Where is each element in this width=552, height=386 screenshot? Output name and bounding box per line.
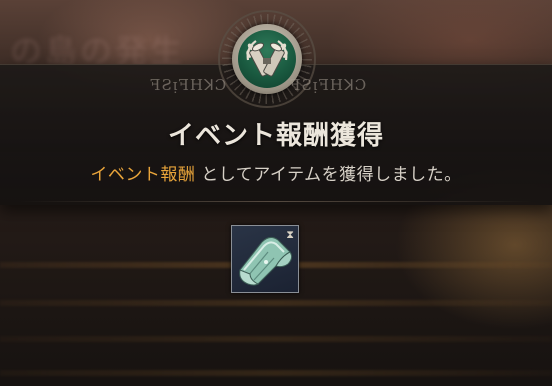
reward-item-slot[interactable]: ⧗ bbox=[231, 225, 299, 293]
rune-decoration-right: ꟻƧᴉꟻHꓘƆ bbox=[290, 76, 368, 94]
banner-divider bbox=[20, 201, 532, 202]
screen: の島の発生 ꟻƧᴉꟻHꓘƆ ꟻƧᴉꟻHꓘƆ イベント報酬獲得 イベント報酬 とし… bbox=[0, 0, 552, 386]
reward-source-highlight: イベント報酬 bbox=[90, 165, 196, 185]
background-stripe bbox=[0, 300, 552, 306]
crossed-scrolls-laurel-icon bbox=[238, 30, 296, 88]
reward-message: イベント報酬 としてアイテムを獲得しました。 bbox=[0, 160, 552, 185]
background-stripe bbox=[0, 336, 552, 342]
rune-decoration-left: ꟻƧᴉꟻHꓘƆ bbox=[150, 76, 228, 94]
reward-message-text: としてアイテムを獲得しました。 bbox=[195, 165, 462, 185]
background-stripe bbox=[0, 370, 552, 376]
reward-title: イベント報酬獲得 bbox=[167, 121, 384, 151]
hourglass-icon: ⧗ bbox=[286, 228, 294, 241]
